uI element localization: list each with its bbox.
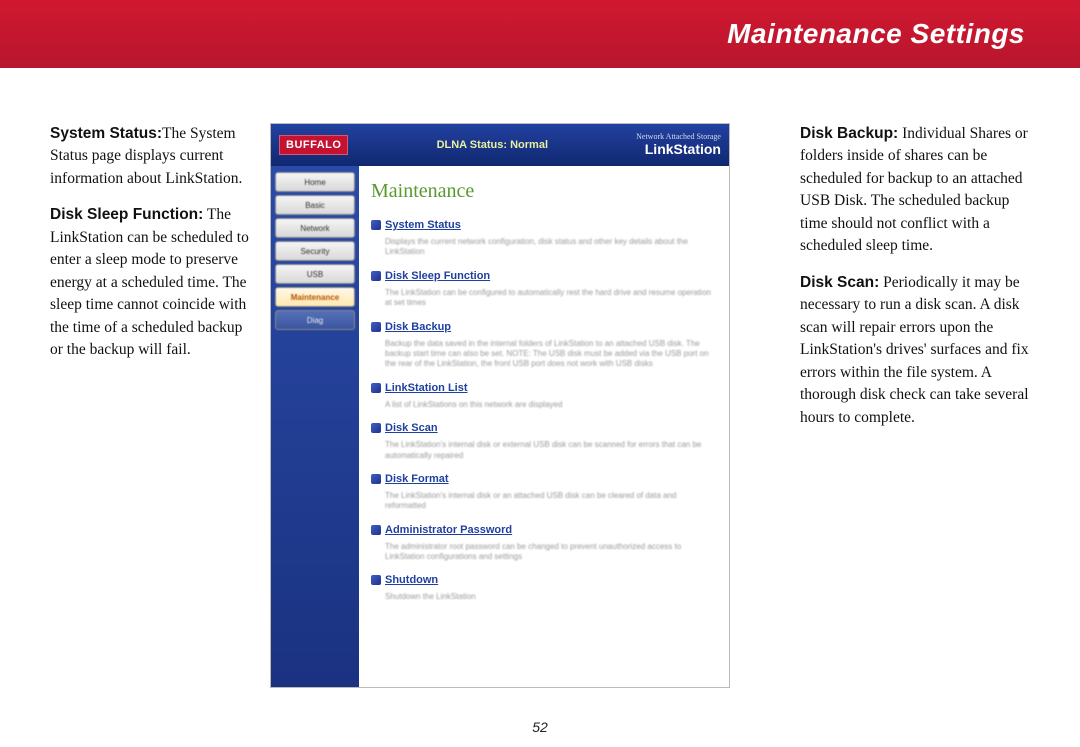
disk-scan-paragraph: Disk Scan: Periodically it may be necess… [800,272,1030,429]
link-system-status[interactable]: System Status [371,219,461,231]
embedded-screenshot: BUFFALO DLNA Status: Normal Network Atta… [270,123,730,688]
desc-disk-backup: Backup the data saved in the internal fo… [371,339,717,370]
item-disk-format: Disk Format The LinkStation's internal d… [371,471,717,512]
desc-disk-format: The LinkStation's internal disk or an at… [371,491,717,512]
sidebar-tab-home[interactable]: Home [275,172,355,192]
desc-disk-sleep: The LinkStation can be configured to aut… [371,288,717,309]
desc-system-status: Displays the current network configurati… [371,237,717,258]
item-disk-sleep: Disk Sleep Function The LinkStation can … [371,268,717,309]
sidebar-tab-usb[interactable]: USB [275,264,355,284]
sidebar-tab-security[interactable]: Security [275,241,355,261]
desc-linkstation-list: A list of LinkStations on this network a… [371,400,717,410]
system-status-label: System Status: [50,125,162,142]
sidebar-nav: Home Basic Network Security USB Maintena… [271,166,359,687]
content-area: System Status:The System Status page dis… [0,68,1080,718]
left-text-column: System Status:The System Status page dis… [50,123,250,688]
item-disk-scan: Disk Scan The LinkStation's internal dis… [371,420,717,461]
right-text-column: Disk Backup: Individual Shares or folder… [800,123,1030,688]
link-disk-sleep[interactable]: Disk Sleep Function [371,270,490,282]
disk-sleep-label: Disk Sleep Function: [50,206,203,223]
disk-sleep-text: The LinkStation can be scheduled to ente… [50,206,249,358]
desc-disk-scan: The LinkStation's internal disk or exter… [371,440,717,461]
item-shutdown: Shutdown Shutdown the LinkStation [371,572,717,602]
link-admin-password[interactable]: Administrator Password [371,524,512,536]
sidebar-tab-basic[interactable]: Basic [275,195,355,215]
disk-sleep-paragraph: Disk Sleep Function: The LinkStation can… [50,204,250,361]
main-panel: Maintenance System Status Displays the c… [359,166,729,687]
disk-backup-text: Individual Shares or folders inside of s… [800,125,1028,254]
link-disk-scan[interactable]: Disk Scan [371,422,438,434]
brand-name: LinkStation [645,141,721,157]
buffalo-logo: BUFFALO [279,135,348,155]
sidebar-tab-diag[interactable]: Diag [275,310,355,330]
desc-shutdown: Shutdown the LinkStation [371,592,717,602]
item-disk-backup: Disk Backup Backup the data saved in the… [371,319,717,370]
page-number: 52 [532,719,548,735]
app-body: Home Basic Network Security USB Maintena… [271,166,729,687]
item-system-status: System Status Displays the current netwo… [371,217,717,258]
disk-scan-label: Disk Scan: [800,274,879,291]
link-linkstation-list[interactable]: LinkStation List [371,382,468,394]
page-header: Maintenance Settings [0,0,1080,68]
sidebar-tab-maintenance[interactable]: Maintenance [275,287,355,307]
page-title: Maintenance Settings [727,18,1025,50]
app-header-bar: BUFFALO DLNA Status: Normal Network Atta… [271,124,729,166]
link-shutdown[interactable]: Shutdown [371,574,438,586]
disk-backup-paragraph: Disk Backup: Individual Shares or folder… [800,123,1030,258]
system-status-paragraph: System Status:The System Status page dis… [50,123,250,190]
link-disk-format[interactable]: Disk Format [371,473,449,485]
brand-tagline: Network Attached Storage [636,132,721,141]
sidebar-tab-network[interactable]: Network [275,218,355,238]
brand-block: Network Attached Storage LinkStation [636,132,721,159]
desc-admin-password: The administrator root password can be c… [371,542,717,563]
item-admin-password: Administrator Password The administrator… [371,522,717,563]
item-linkstation-list: LinkStation List A list of LinkStations … [371,380,717,410]
disk-backup-label: Disk Backup: [800,125,898,142]
link-disk-backup[interactable]: Disk Backup [371,321,451,333]
disk-scan-text: Periodically it may be necessary to run … [800,274,1029,426]
maintenance-heading: Maintenance [371,180,717,203]
dlna-status-text: DLNA Status: Normal [437,139,548,151]
